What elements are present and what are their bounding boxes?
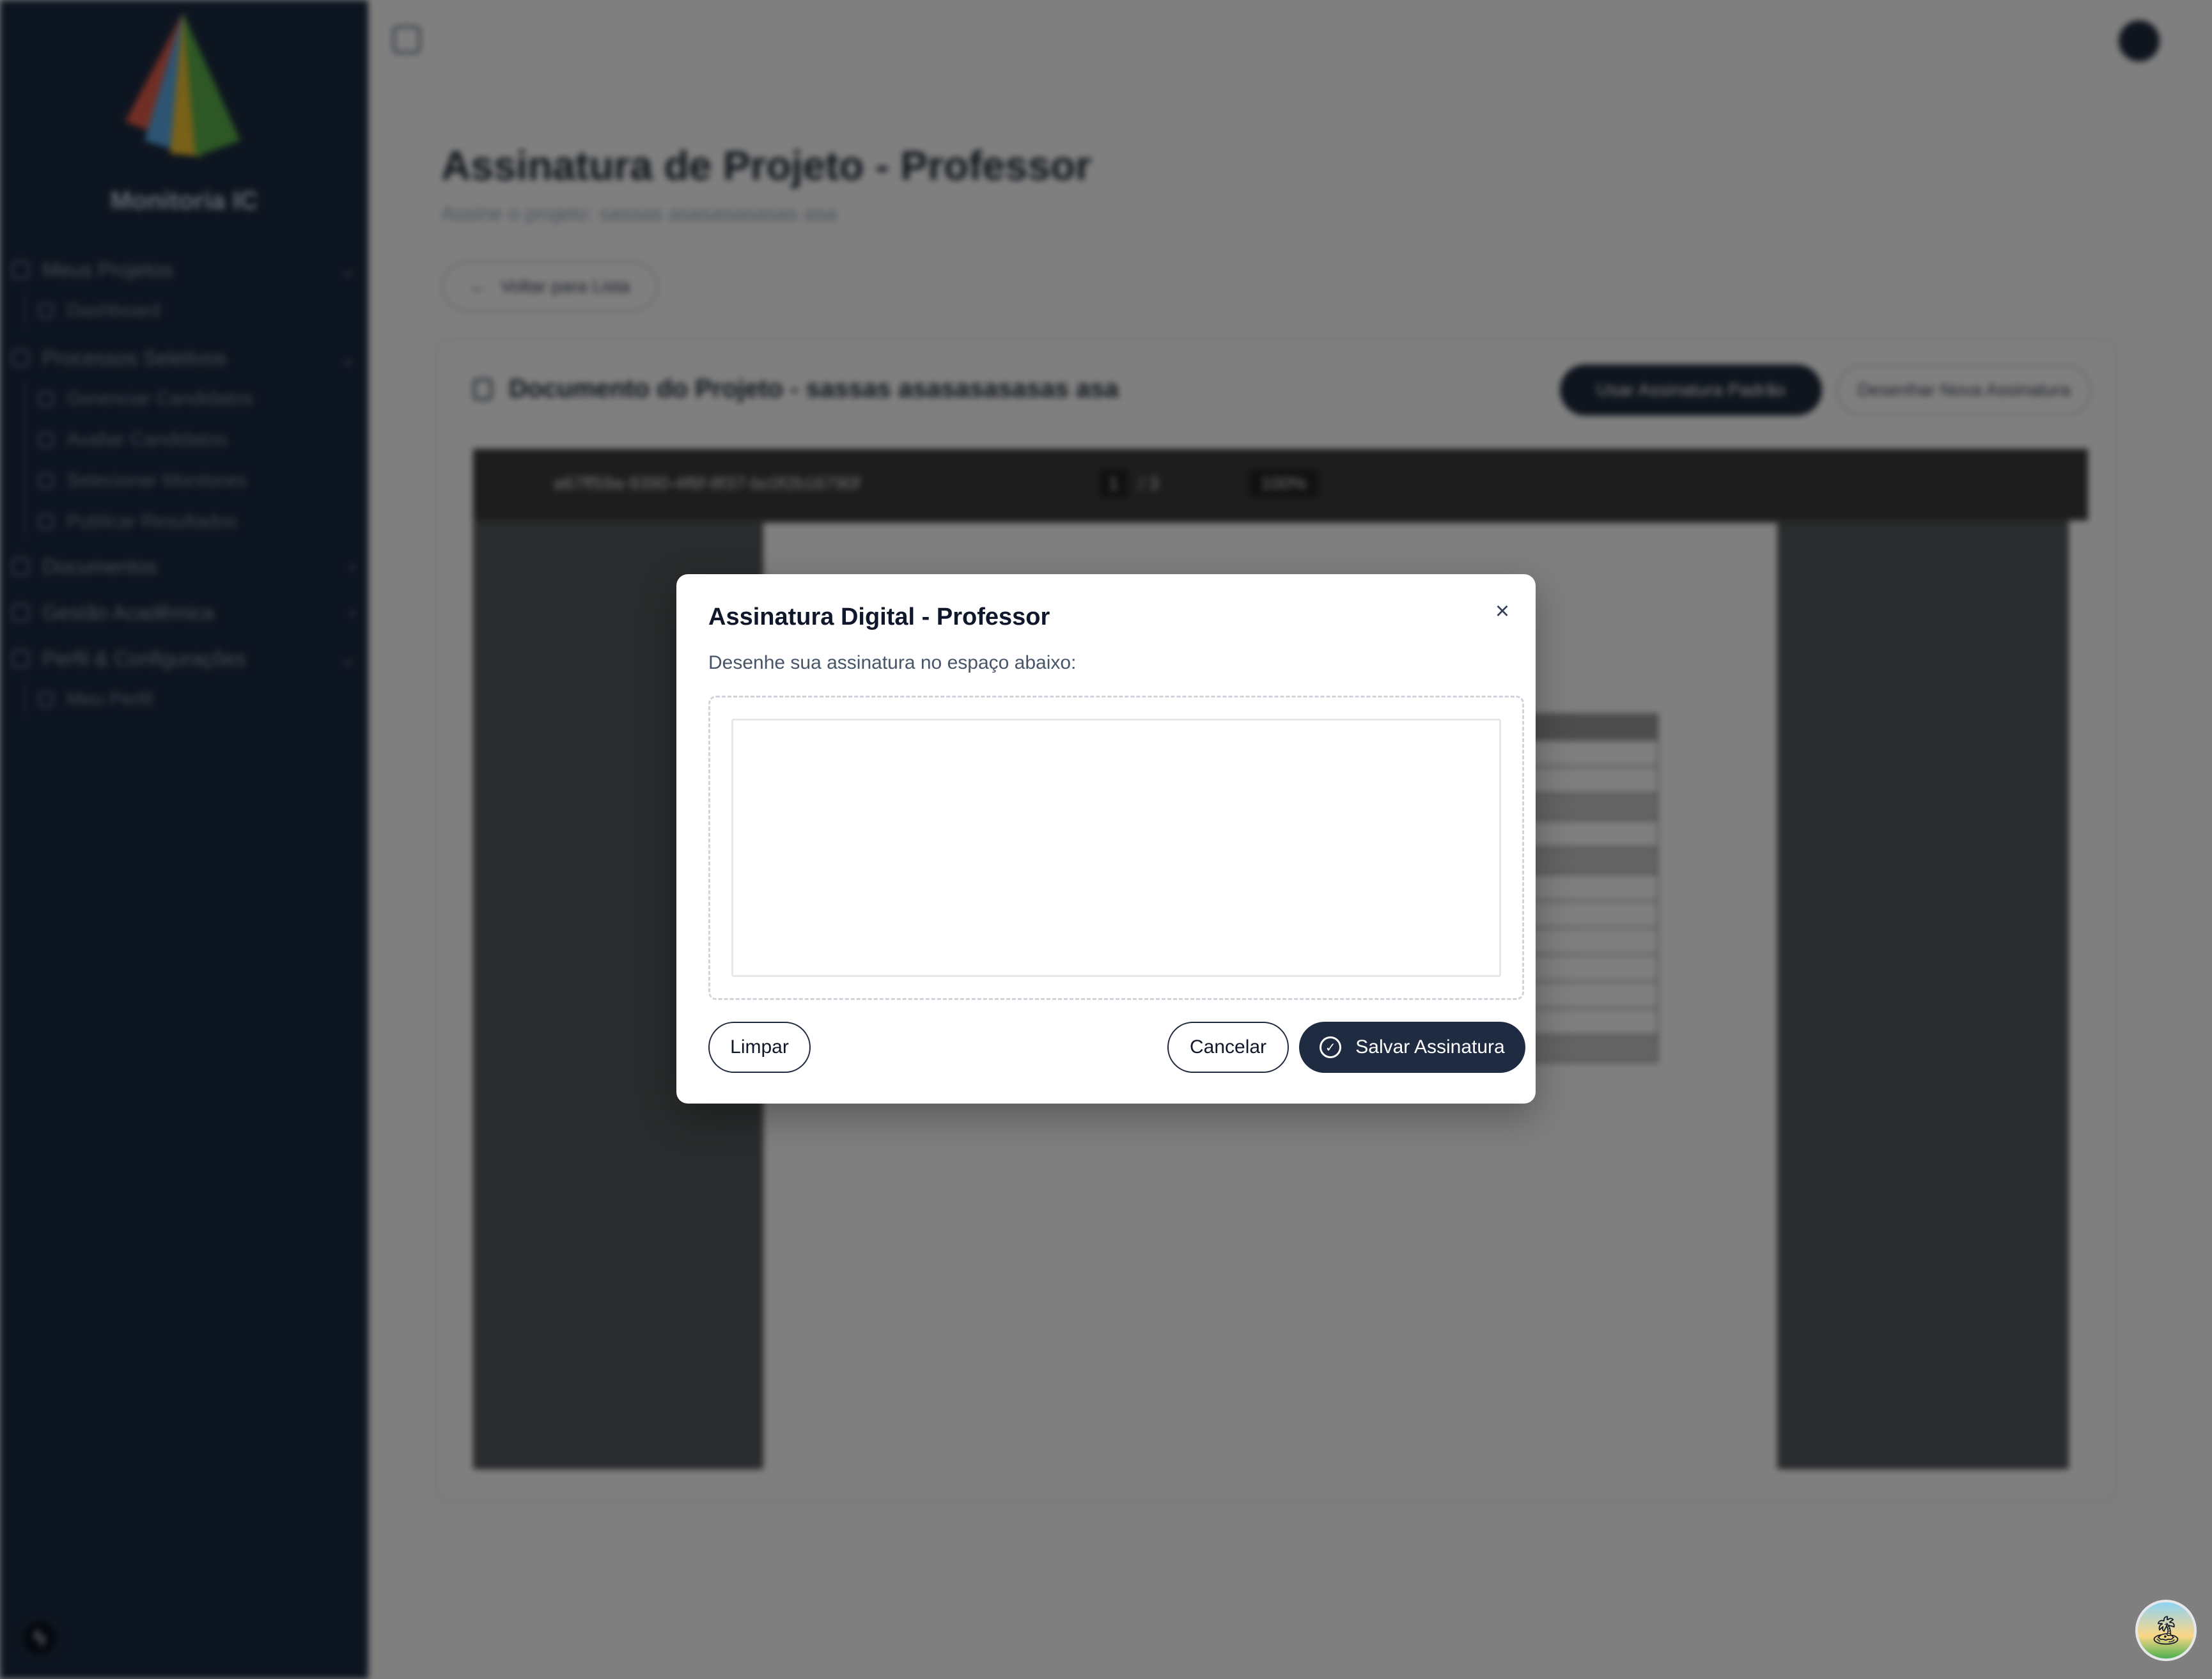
modal-title: Assinatura Digital - Professor: [708, 604, 1050, 630]
clear-button[interactable]: Limpar: [708, 1022, 811, 1073]
close-icon[interactable]: ×: [1487, 596, 1518, 627]
save-signature-button[interactable]: ✓ Salvar Assinatura: [1299, 1022, 1525, 1073]
user-avatar-badge[interactable]: 🏝: [2135, 1600, 2197, 1661]
cancel-button[interactable]: Cancelar: [1167, 1022, 1289, 1073]
check-circle-icon: ✓: [1320, 1036, 1342, 1058]
modal-description: Desenhe sua assinatura no espaço abaixo:: [708, 652, 1077, 673]
signature-canvas[interactable]: [731, 719, 1501, 977]
signature-modal: Assinatura Digital - Professor × Desenhe…: [676, 574, 1536, 1104]
save-button-label: Salvar Assinatura: [1355, 1036, 1505, 1058]
